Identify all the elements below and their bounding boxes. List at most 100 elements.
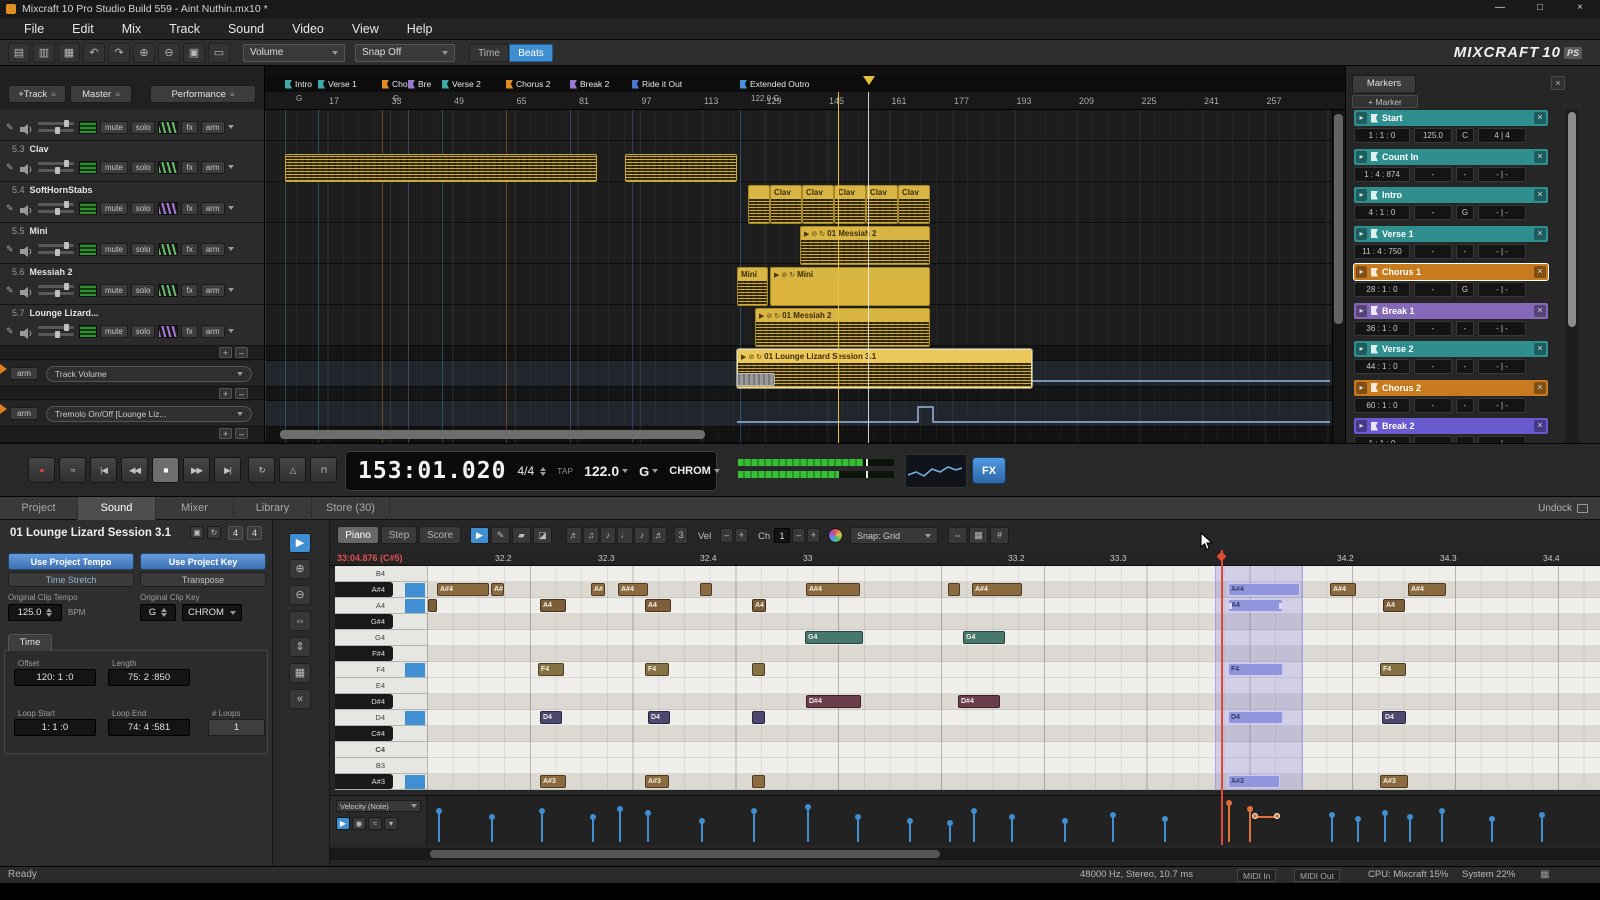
clip-loop-icon[interactable]: ↻ bbox=[789, 271, 795, 279]
velocity-dot[interactable] bbox=[1489, 816, 1495, 822]
remove-lane-button[interactable]: – bbox=[235, 428, 248, 439]
piano-key-e4[interactable]: E4 bbox=[335, 678, 427, 694]
marker-position[interactable]: 44 : 1 : 0 bbox=[1354, 359, 1410, 374]
performance-panel-button[interactable]: Performance≡ bbox=[150, 85, 256, 103]
solo-button[interactable]: solo bbox=[131, 121, 156, 134]
note-half-icon[interactable]: ♪ bbox=[634, 527, 650, 544]
original-key-input[interactable]: G bbox=[140, 604, 176, 621]
clip-clav[interactable]: Clav bbox=[866, 185, 898, 224]
marker-key[interactable]: - bbox=[1456, 167, 1474, 182]
marker-name-row[interactable]: ▸Count In× bbox=[1354, 149, 1548, 165]
velocity-menu-icon[interactable]: ▾ bbox=[384, 817, 398, 830]
fx-button[interactable]: fx bbox=[181, 284, 197, 297]
piano-key-b4[interactable]: B4 bbox=[335, 566, 427, 582]
velocity-dot[interactable] bbox=[699, 818, 705, 824]
timeline-marker-verse-1[interactable]: Verse 1 bbox=[318, 77, 357, 91]
clip[interactable] bbox=[748, 185, 770, 224]
key-control[interactable]: G bbox=[639, 464, 658, 479]
note-32nd-icon[interactable]: ♬ bbox=[566, 527, 582, 544]
velocity-dot[interactable] bbox=[489, 814, 495, 820]
zoom-in-icon[interactable]: ⊕ bbox=[133, 43, 155, 63]
automation-preview[interactable] bbox=[158, 161, 178, 174]
velocity-stem[interactable] bbox=[973, 812, 975, 842]
mode-tab-step[interactable]: Step bbox=[381, 526, 417, 544]
tab-mixer[interactable]: Mixer bbox=[156, 497, 234, 520]
fx-button[interactable]: fx bbox=[181, 202, 197, 215]
velocity-dot[interactable] bbox=[645, 810, 651, 816]
clip-play-icon[interactable]: ▶ bbox=[804, 230, 809, 238]
midi-note-a4[interactable]: A4 bbox=[645, 599, 671, 612]
grid-settings-icon[interactable]: ▦ bbox=[969, 527, 988, 544]
volume-slider[interactable] bbox=[38, 162, 74, 165]
velocity-stem[interactable] bbox=[701, 822, 703, 842]
loop-mode-button[interactable]: ↻ bbox=[248, 457, 275, 483]
slider-thumb[interactable] bbox=[64, 283, 69, 290]
marker-key[interactable]: - bbox=[1456, 321, 1474, 336]
track-name[interactable]: Mini bbox=[30, 226, 48, 236]
track-name[interactable]: SoftHornStabs bbox=[30, 185, 93, 195]
note-8th-icon[interactable]: ♪ bbox=[600, 527, 616, 544]
timeline-marker-bre[interactable]: Bre bbox=[408, 77, 431, 91]
slider-thumb[interactable] bbox=[55, 290, 60, 297]
marker-name-row[interactable]: ▸Intro× bbox=[1354, 187, 1548, 203]
fx-button[interactable]: fx bbox=[181, 325, 197, 338]
midi-note-d4[interactable]: D4 bbox=[540, 711, 562, 724]
clip-header[interactable]: Clav bbox=[771, 186, 801, 199]
maximize-button[interactable]: □ bbox=[1520, 0, 1560, 18]
spinner-icon[interactable] bbox=[161, 608, 167, 617]
marker-tempo[interactable]: - bbox=[1414, 359, 1452, 374]
note-grid[interactable]: A#4A#A#A#4A#4A#4A#4A#4A#4A4A4A4A4A4G4G4F… bbox=[427, 566, 1600, 790]
menu-sound[interactable]: Sound bbox=[214, 18, 278, 40]
marker-key[interactable]: G bbox=[1456, 282, 1474, 297]
arm-button[interactable]: arm bbox=[201, 161, 225, 174]
clip[interactable] bbox=[737, 373, 775, 386]
sharp-icon[interactable]: # bbox=[990, 527, 1009, 544]
solo-button[interactable]: solo bbox=[131, 161, 156, 174]
scale-control[interactable]: CHROM bbox=[669, 465, 720, 477]
loop-end-input[interactable]: 74: 4 :581 bbox=[108, 719, 190, 736]
clip-header[interactable]: Clav bbox=[867, 186, 897, 199]
save-icon[interactable]: ▦ bbox=[58, 43, 80, 63]
edit-cursor-flag[interactable] bbox=[863, 76, 875, 85]
go-to-start-button[interactable]: |◀ bbox=[90, 457, 117, 483]
arrangement-timeline[interactable]: IntroVerse 1ChoBreVerse 2Chorus 2Break 2… bbox=[265, 66, 1345, 443]
solo-button[interactable]: solo bbox=[131, 202, 156, 215]
tuplet-button[interactable]: 3 bbox=[674, 527, 688, 544]
piano-key-c-4[interactable]: C#4 bbox=[335, 726, 427, 742]
midi-note-a4[interactable]: A4 bbox=[752, 599, 766, 612]
velocity-dot[interactable] bbox=[1539, 812, 1545, 818]
piano-roll-ruler[interactable]: 33:04.876 (C#5) 32.232.332.43333.233.334… bbox=[330, 550, 1600, 566]
slider-thumb[interactable] bbox=[64, 242, 69, 249]
piano-key-a-3[interactable]: A#3 bbox=[335, 774, 427, 790]
menu-help[interactable]: Help bbox=[393, 18, 447, 40]
add-lane-button[interactable]: + bbox=[219, 347, 232, 358]
clip-01-messiah-2[interactable]: ▶⊘↻01 Messiah 2 bbox=[755, 308, 930, 347]
undo-icon[interactable]: ↶ bbox=[83, 43, 105, 63]
offset-input[interactable]: 120: 1 :0 bbox=[14, 669, 96, 686]
marker-name-row[interactable]: ▸Verse 2× bbox=[1354, 341, 1548, 357]
marker-expand-button[interactable]: ▸ bbox=[1356, 112, 1367, 124]
midi-note-d4[interactable]: D4 bbox=[648, 711, 670, 724]
velocity-ramp-dot[interactable] bbox=[1252, 813, 1258, 819]
fx-button[interactable]: fx bbox=[181, 121, 197, 134]
note-resize-handle[interactable] bbox=[1228, 603, 1232, 609]
marker-expand-button[interactable]: ▸ bbox=[1356, 343, 1367, 355]
erase-tool-icon[interactable]: ◪ bbox=[533, 527, 552, 544]
clip-header[interactable]: Clav bbox=[899, 186, 929, 199]
volume-slider[interactable] bbox=[38, 326, 74, 329]
v-scrollbar-thumb[interactable] bbox=[1334, 114, 1343, 324]
slider-thumb[interactable] bbox=[64, 324, 69, 331]
mode-tab-score[interactable]: Score bbox=[419, 526, 461, 544]
midi-note-a-3[interactable]: A#3 bbox=[540, 775, 566, 788]
arm-button[interactable]: arm bbox=[201, 202, 225, 215]
mode-tab-piano[interactable]: Piano bbox=[337, 526, 379, 544]
clip-play-icon[interactable]: ▶ bbox=[774, 271, 779, 279]
use-project-tempo-button[interactable]: Use Project Tempo bbox=[8, 553, 134, 570]
fast-forward-button[interactable]: ▶▶ bbox=[183, 457, 210, 483]
arm-button[interactable]: arm bbox=[201, 243, 225, 256]
marker-delete-button[interactable]: × bbox=[1534, 343, 1546, 355]
piano-key-g4[interactable]: G4 bbox=[335, 630, 427, 646]
draw-tool-icon[interactable]: ✎ bbox=[6, 203, 17, 214]
markers-tab[interactable]: Markers bbox=[1352, 75, 1416, 92]
velocity-stem[interactable] bbox=[1164, 820, 1166, 842]
